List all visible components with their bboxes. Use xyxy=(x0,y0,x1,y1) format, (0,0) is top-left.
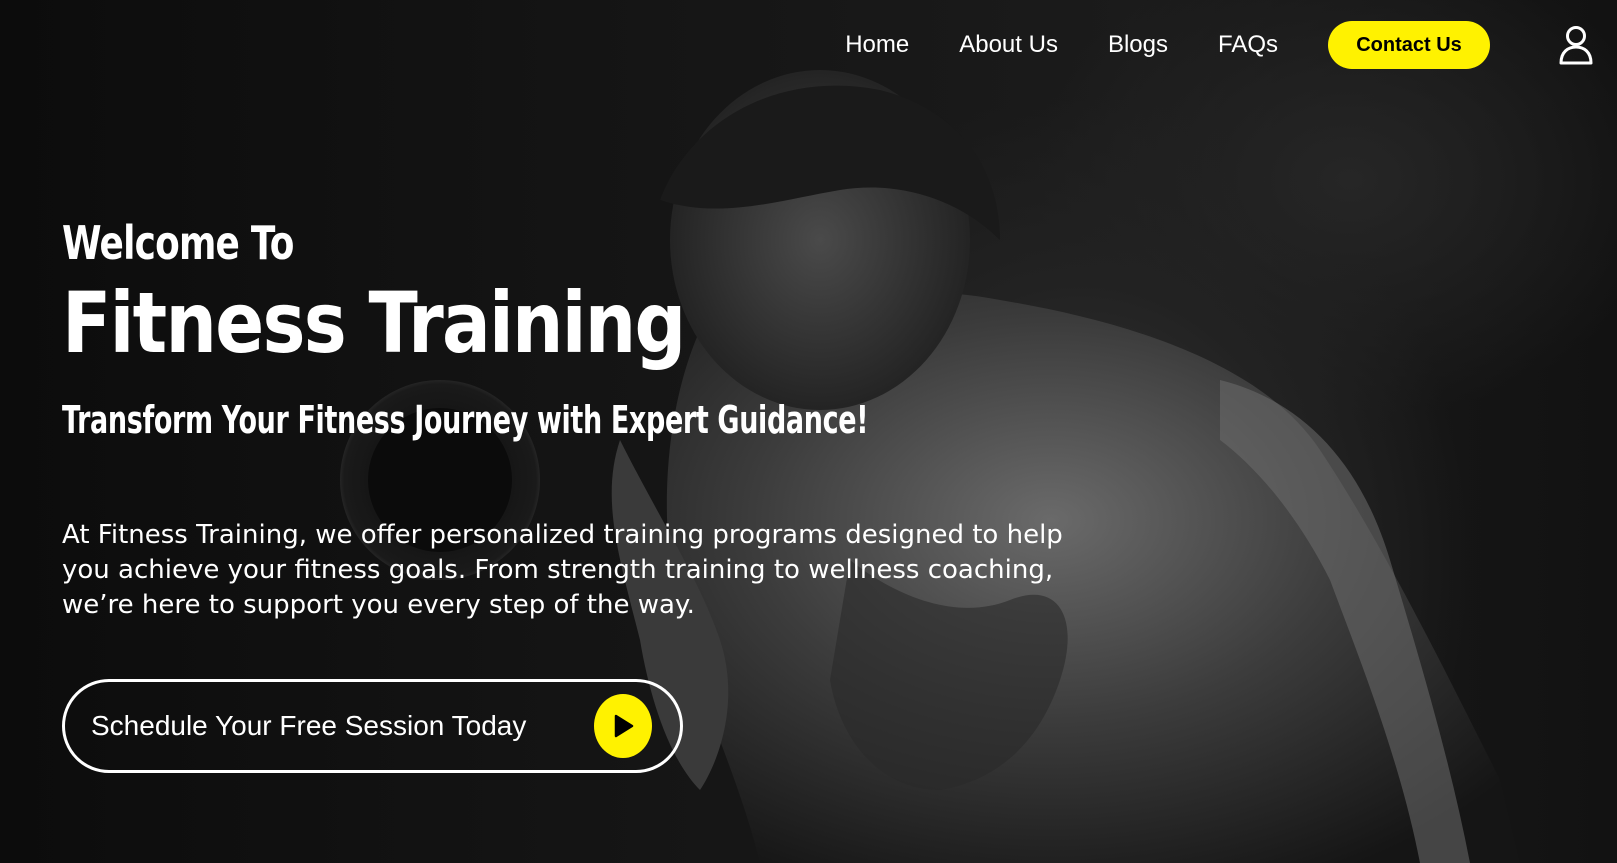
nav-about-us-link[interactable]: About Us xyxy=(959,31,1058,59)
nav-faqs-link[interactable]: FAQs xyxy=(1218,31,1278,59)
nav-home-link[interactable]: Home xyxy=(845,31,909,59)
contact-us-button[interactable]: Contact Us xyxy=(1328,21,1490,69)
hero-title: Fitness Training xyxy=(62,274,686,372)
play-icon-graphic xyxy=(614,714,634,738)
hero-subtitle: Transform Your Fitness Journey with Expe… xyxy=(62,398,869,442)
schedule-session-label: Schedule Your Free Session Today xyxy=(91,710,527,741)
user-icon[interactable] xyxy=(1558,25,1594,65)
welcome-heading: Welcome To xyxy=(62,216,294,270)
top-navigation: Home About Us Blogs FAQs Contact Us xyxy=(845,20,1617,70)
user-icon-graphic xyxy=(1559,26,1593,65)
nav-blogs-link[interactable]: Blogs xyxy=(1108,31,1168,59)
hero-description: At Fitness Training, we offer personaliz… xyxy=(62,520,1063,620)
play-icon xyxy=(594,694,652,758)
schedule-session-button[interactable]: Schedule Your Free Session Today xyxy=(62,679,683,773)
